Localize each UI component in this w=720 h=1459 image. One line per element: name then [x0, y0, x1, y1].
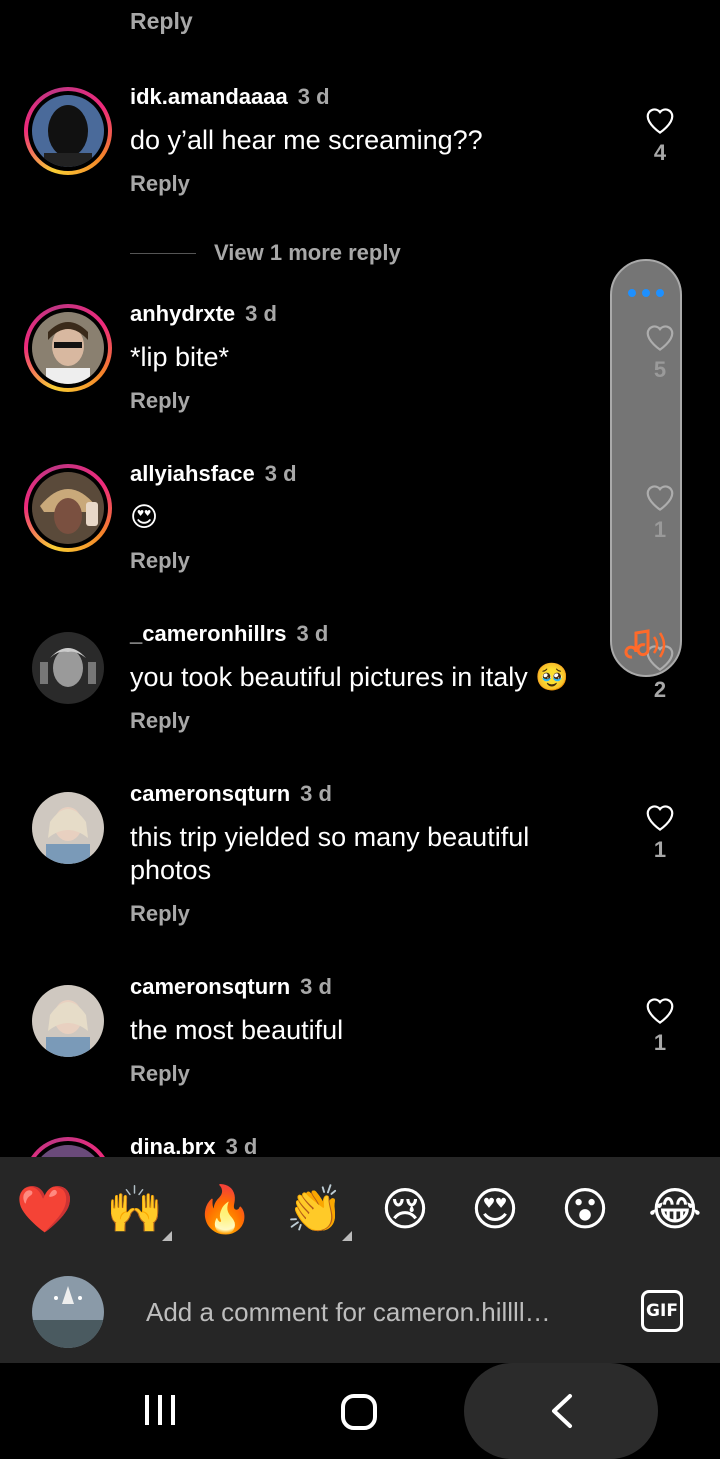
avatar[interactable]	[24, 304, 112, 392]
emoji-reaction-bar: ❤️ 🙌 🔥 👏 😢 😍 😮 😂	[0, 1157, 720, 1261]
emoji-clap[interactable]: 👏	[280, 1182, 352, 1241]
view-more-replies[interactable]: View 1 more reply	[130, 240, 401, 266]
like-count: 4	[653, 140, 667, 165]
home-icon[interactable]	[340, 1393, 378, 1431]
like-count: 2	[653, 677, 667, 702]
comment-input[interactable]	[144, 1291, 608, 1333]
comment-text: *lip bite*	[130, 342, 230, 372]
recents-icon[interactable]	[142, 1393, 178, 1427]
back-icon[interactable]	[548, 1393, 576, 1429]
avatar[interactable]	[32, 985, 104, 1057]
avatar[interactable]	[32, 792, 104, 864]
emoji-surprised[interactable]: 😮	[550, 1182, 620, 1236]
comment-username[interactable]: idk.amandaaaa 3 d	[130, 84, 330, 110]
comment-time: 3 d	[297, 84, 330, 109]
like-button[interactable]: 1	[640, 994, 680, 1056]
comment-time: 3 d	[300, 974, 332, 999]
divider	[130, 252, 196, 254]
comment-username[interactable]: cameronsqturn 3 d	[130, 974, 332, 1000]
emoji-raised-hands[interactable]: 🙌	[100, 1182, 172, 1241]
comment-composer	[0, 1261, 720, 1363]
heart-icon	[646, 108, 674, 134]
emoji-crying[interactable]: 😢	[370, 1182, 440, 1236]
comment-time: 3 d	[264, 461, 297, 486]
avatar[interactable]	[24, 464, 112, 552]
more-options-icon[interactable]	[628, 289, 664, 297]
comment-username[interactable]: allyiahsface 3 d	[130, 461, 297, 487]
reply-button[interactable]: Reply	[130, 171, 190, 197]
reply-button[interactable]: Reply	[130, 8, 193, 35]
reply-button[interactable]: Reply	[130, 388, 190, 414]
system-nav-bar	[0, 1363, 720, 1459]
heart-icon	[646, 805, 674, 831]
comment-username[interactable]: _cameronhillrs 3 d	[130, 621, 328, 647]
floating-scroll-handle[interactable]	[610, 259, 682, 677]
emoji-heart[interactable]: ❤️	[10, 1182, 80, 1237]
comment-text: this trip yielded so many beautiful phot…	[130, 822, 530, 885]
reply-button[interactable]: Reply	[130, 1061, 190, 1087]
emoji-fire[interactable]: 🔥	[190, 1182, 260, 1237]
reply-button[interactable]: Reply	[130, 548, 190, 574]
gif-button[interactable]: GIF	[641, 1290, 683, 1332]
heart-icon	[646, 998, 674, 1024]
comment-text: do y’all hear me screaming??	[130, 125, 483, 155]
comment-username[interactable]: anhydrxte 3 d	[130, 301, 277, 327]
comment-time: 3 d	[225, 1134, 258, 1159]
comment-text: the most beautiful	[130, 1015, 344, 1045]
comment-time: 3 d	[300, 781, 332, 806]
comment-text: 😍	[130, 502, 159, 532]
comment-time: 3 d	[296, 621, 329, 646]
like-button[interactable]: 1	[640, 801, 680, 863]
like-count: 1	[653, 837, 667, 862]
avatar[interactable]	[32, 632, 104, 704]
my-avatar	[32, 1276, 104, 1348]
music-note-icon	[624, 629, 666, 659]
reply-button[interactable]: Reply	[130, 708, 190, 734]
emoji-heart-eyes[interactable]: 😍	[460, 1182, 530, 1236]
avatar[interactable]	[24, 87, 112, 175]
comment-time: 3 d	[245, 301, 277, 326]
like-button[interactable]: 4	[640, 104, 680, 166]
reply-button[interactable]: Reply	[130, 901, 190, 927]
like-count: 1	[653, 1030, 667, 1055]
comment-username[interactable]: cameronsqturn 3 d	[130, 781, 332, 807]
emoji-laughing[interactable]: 😂	[640, 1182, 710, 1236]
comment-text: you took beautiful pictures in italy 🥹	[130, 662, 569, 692]
view-more-label: View 1 more reply	[214, 240, 401, 265]
